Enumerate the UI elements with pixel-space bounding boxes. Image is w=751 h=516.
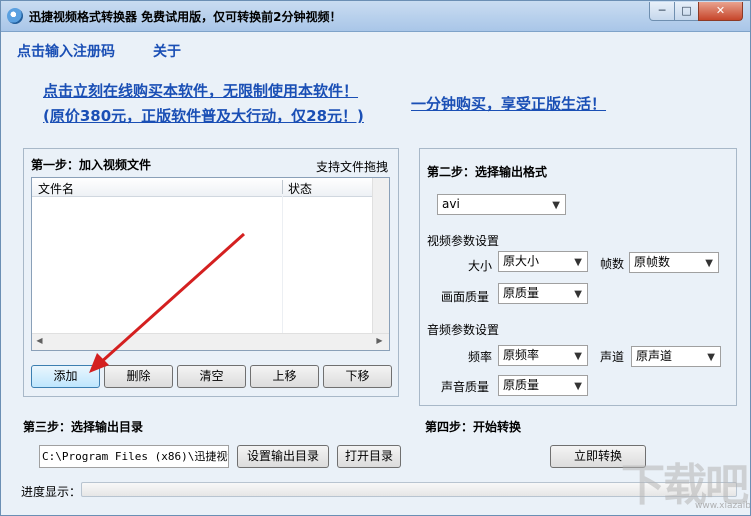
file-list-header: 文件名 状态	[32, 178, 375, 197]
register-code-link[interactable]: 点击输入注册码	[17, 41, 115, 61]
output-path-field[interactable]: C:\Program Files (x86)\迅捷视频	[39, 445, 229, 468]
step1-title: 第一步：加入视频文件	[31, 158, 152, 172]
fps-value: 原帧数	[634, 255, 671, 269]
move-down-button[interactable]: 下移	[323, 365, 392, 388]
channel-value: 原声道	[636, 349, 673, 363]
file-list[interactable]: 文件名 状态 ◀ ▶	[31, 177, 390, 351]
chevron-down-icon: ▼	[574, 257, 582, 268]
format-select[interactable]: avi ▼	[437, 194, 566, 215]
minimize-button[interactable]: ─	[649, 2, 675, 21]
main-window: 迅捷视频格式转换器 免费试用版，仅可转换前2分钟视频！ ─ □ ✕ 点击输入注册…	[0, 0, 751, 516]
chevron-down-icon: ▼	[552, 200, 560, 211]
clear-list-button[interactable]: 清空	[177, 365, 246, 388]
format-value: avi	[442, 197, 460, 211]
progress-label: 进度显示：	[21, 485, 82, 499]
column-divider-line	[282, 196, 283, 334]
quality-value: 原质量	[503, 286, 540, 300]
chevron-down-icon: ▼	[574, 351, 582, 362]
step4-title: 第四步：开始转换	[425, 420, 522, 434]
drag-hint: 支持文件拖拽	[316, 160, 389, 174]
open-dir-button[interactable]: 打开目录	[337, 445, 401, 468]
step3-title: 第三步：选择输出目录	[23, 420, 144, 434]
audio-quality-label: 声音质量	[441, 380, 490, 394]
chevron-down-icon: ▼	[574, 289, 582, 300]
size-label: 大小	[468, 259, 493, 273]
column-filename[interactable]: 文件名	[38, 180, 74, 197]
quality-select[interactable]: 原质量 ▼	[498, 283, 588, 304]
vertical-scrollbar[interactable]	[372, 178, 389, 334]
samplerate-select[interactable]: 原频率 ▼	[498, 345, 588, 366]
chevron-down-icon: ▼	[705, 258, 713, 269]
app-logo-icon	[7, 8, 23, 24]
chevron-down-icon: ▼	[707, 352, 715, 363]
move-up-button[interactable]: 上移	[250, 365, 319, 388]
close-button[interactable]: ✕	[698, 2, 743, 21]
fps-select[interactable]: 原帧数 ▼	[629, 252, 719, 273]
price-promo-link[interactable]: (原价380元，正版软件普及大行动，仅28元！)	[43, 105, 364, 126]
fps-label: 帧数	[600, 257, 625, 271]
samplerate-label: 频率	[468, 350, 493, 364]
buy-slogan-link[interactable]: 一分钟购买，享受正版生活！	[411, 93, 606, 114]
scroll-left-icon[interactable]: ◀	[32, 334, 47, 348]
horizontal-scrollbar[interactable]: ◀ ▶	[32, 333, 389, 350]
window-title: 迅捷视频格式转换器 免费试用版，仅可转换前2分钟视频！	[29, 10, 342, 24]
audio-quality-value: 原质量	[503, 378, 540, 392]
audio-settings-label: 音频参数设置	[427, 323, 500, 337]
maximize-button[interactable]: □	[674, 2, 699, 21]
title-bar[interactable]: 迅捷视频格式转换器 免费试用版，仅可转换前2分钟视频！ ─ □ ✕	[1, 1, 750, 32]
size-select[interactable]: 原大小 ▼	[498, 251, 588, 272]
video-settings-label: 视频参数设置	[427, 234, 500, 248]
quality-label: 画面质量	[441, 290, 490, 304]
set-output-dir-button[interactable]: 设置输出目录	[237, 445, 329, 468]
samplerate-value: 原频率	[503, 348, 540, 362]
buy-online-link[interactable]: 点击立刻在线购买本软件，无限制使用本软件！	[43, 80, 358, 101]
column-separator[interactable]	[282, 180, 283, 194]
size-value: 原大小	[503, 254, 540, 268]
column-status[interactable]: 状态	[288, 180, 312, 197]
delete-file-button[interactable]: 删除	[104, 365, 173, 388]
chevron-down-icon: ▼	[574, 381, 582, 392]
about-link[interactable]: 关于	[153, 41, 181, 61]
step2-title: 第二步：选择输出格式	[427, 165, 548, 179]
step2-group	[419, 148, 737, 406]
channel-select[interactable]: 原声道 ▼	[631, 346, 721, 367]
watermark-url: www.xiazaiba.com	[695, 501, 751, 511]
scroll-right-icon[interactable]: ▶	[372, 334, 387, 348]
channel-label: 声道	[600, 350, 625, 364]
audio-quality-select[interactable]: 原质量 ▼	[498, 375, 588, 396]
add-file-button[interactable]: 添加	[31, 365, 100, 388]
